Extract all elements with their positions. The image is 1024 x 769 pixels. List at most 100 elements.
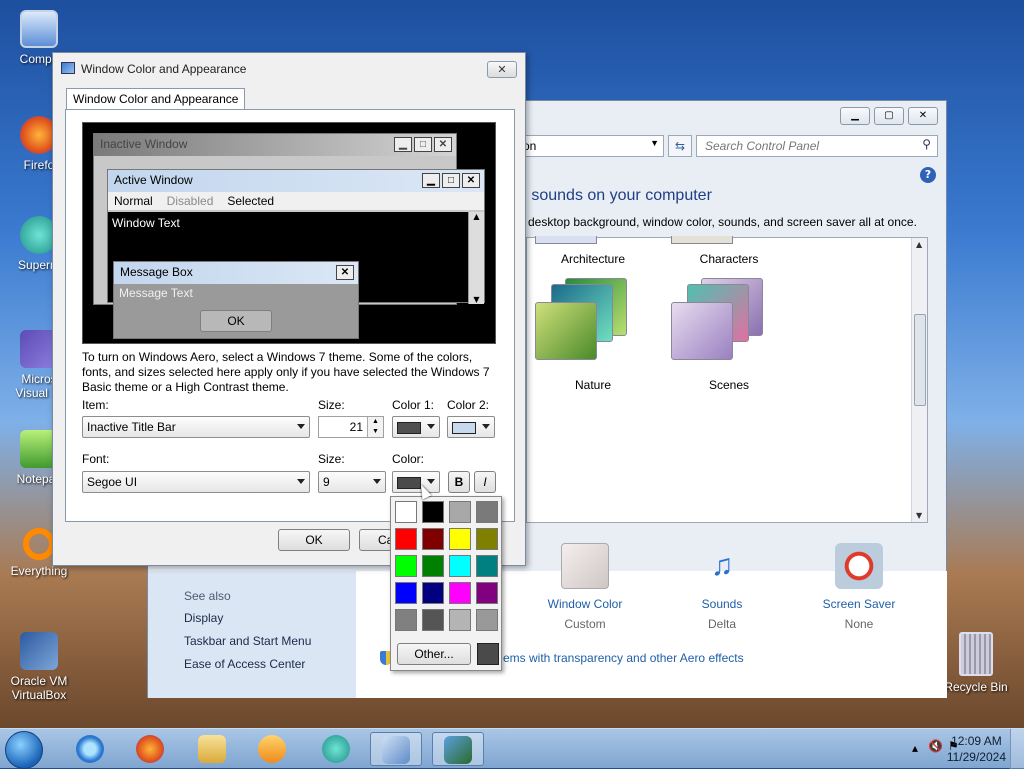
link-ease-of-access[interactable]: Ease of Access Center	[184, 657, 305, 671]
preview-ok-button[interactable]: OK	[200, 310, 272, 332]
appearance-preview[interactable]: Inactive Window ▁ □ ✕ Active Window ▁ □ ✕ No…	[82, 122, 496, 344]
taskbar-control-panel[interactable]	[370, 732, 422, 766]
dialog-title: Window Color and Appearance	[81, 62, 247, 76]
palette-color-cell[interactable]	[422, 555, 444, 577]
other-color-button[interactable]: Other...	[397, 643, 471, 665]
maximize-button[interactable]: ▢	[874, 107, 904, 125]
show-hidden-icons[interactable]: ▴	[912, 741, 918, 755]
palette-color-cell[interactable]	[395, 609, 417, 631]
aero-description: To turn on Windows Aero, select a Window…	[82, 350, 490, 394]
palette-color-cell[interactable]	[476, 528, 498, 550]
show-desktop-button[interactable]	[1010, 729, 1024, 769]
minimize-button[interactable]: ▁	[840, 107, 870, 125]
theme-scenes-thumb[interactable]	[671, 278, 791, 360]
taskbar-firefox[interactable]	[124, 732, 176, 766]
minimize-icon: ▁	[394, 137, 412, 152]
theme-nature-thumb[interactable]	[535, 278, 655, 360]
firefox-icon	[136, 735, 164, 763]
dropdown-arrow-icon[interactable]: ▼	[650, 138, 659, 148]
preview-menu-selected[interactable]: Selected	[227, 192, 274, 210]
scroll-down-icon[interactable]: ▼	[916, 511, 922, 520]
close-button[interactable]: ✕	[908, 107, 938, 125]
address-bar[interactable]: on ▼	[518, 135, 664, 157]
preview-active-titlebar: Active Window ▁ □ ✕	[108, 170, 484, 192]
see-also-heading: See also	[184, 589, 231, 603]
item-size-stepper[interactable]: 21 ▲ ▼	[318, 416, 384, 438]
theme-architecture[interactable]: Architecture	[533, 252, 653, 266]
item-select[interactable]: Inactive Title Bar	[82, 416, 310, 438]
sounds-item[interactable]: ♫ Sounds Delta	[667, 543, 777, 631]
preview-msgbox-text: Message Text	[119, 286, 193, 300]
window-color-item[interactable]: Window Color Custom	[530, 543, 640, 631]
desktop-icon-virtualbox[interactable]: Oracle VM VirtualBox	[6, 632, 72, 702]
link-display[interactable]: Display	[184, 611, 223, 625]
taskbar-appearance-dialog[interactable]	[432, 732, 484, 766]
taskbar-media-player[interactable]	[246, 732, 298, 766]
font-select[interactable]: Segoe UI	[82, 471, 310, 493]
palette-color-cell[interactable]	[449, 582, 471, 604]
italic-button[interactable]: I	[474, 471, 496, 493]
refresh-icon[interactable]: ⇆	[668, 135, 692, 157]
preview-msgbox-buttons: ✕	[336, 265, 354, 280]
supermium-icon	[322, 735, 350, 763]
start-button[interactable]	[5, 731, 43, 769]
color2-label: Color 2:	[447, 398, 490, 412]
theme-scenes[interactable]: Scenes	[669, 378, 789, 392]
preview-menu-bar: Normal Disabled Selected	[108, 192, 484, 210]
palette-color-cell[interactable]	[449, 501, 471, 523]
search-icon[interactable]: ⚲	[922, 137, 931, 151]
dialog-close-button[interactable]: ✕	[487, 61, 517, 78]
palette-color-cell[interactable]	[395, 582, 417, 604]
screen-saver-item[interactable]: Screen Saver None	[804, 543, 914, 631]
scrollbar-thumb[interactable]	[914, 314, 926, 406]
taskbar-clock[interactable]: 12:09 AM 11/29/2024	[947, 733, 1006, 765]
sounds-value: Delta	[707, 617, 736, 631]
palette-color-cell[interactable]	[422, 528, 444, 550]
preview-menu-normal[interactable]: Normal	[114, 192, 153, 210]
preview-menu-disabled[interactable]: Disabled	[167, 192, 214, 210]
palette-color-cell[interactable]	[422, 501, 444, 523]
color2-picker[interactable]	[447, 416, 495, 438]
palette-color-cell[interactable]	[449, 609, 471, 631]
preview-inactive-title: Inactive Window	[100, 137, 188, 151]
clock-time: 12:09 AM	[951, 734, 1002, 748]
desktop-icon-recycle-bin[interactable]: Recycle Bin	[940, 632, 1012, 694]
theme-characters[interactable]: Characters	[669, 252, 789, 266]
help-icon[interactable]: ?	[920, 167, 936, 183]
tab-window-color[interactable]: Window Color and Appearance	[66, 88, 246, 110]
preview-scrollbar[interactable]: ▲ ▼	[468, 212, 484, 304]
palette-color-cell[interactable]	[449, 555, 471, 577]
palette-color-cell[interactable]	[476, 609, 498, 631]
link-taskbar-start-menu[interactable]: Taskbar and Start Menu	[184, 634, 311, 648]
chevron-down-icon	[427, 479, 435, 484]
palette-color-cell[interactable]	[422, 609, 444, 631]
color1-picker[interactable]	[392, 416, 440, 438]
font-color-picker[interactable]	[392, 471, 440, 493]
palette-color-cell[interactable]	[422, 582, 444, 604]
palette-color-cell[interactable]	[476, 501, 498, 523]
ok-button[interactable]: OK	[278, 529, 350, 551]
themes-list[interactable]: Architecture Characters Nature Scenes ▲ …	[526, 236, 928, 523]
theme-nature[interactable]: Nature	[533, 378, 653, 392]
scroll-up-icon[interactable]: ▲	[916, 240, 922, 249]
search-input[interactable]: Search Control Panel ⚲	[696, 135, 938, 157]
palette-color-cell[interactable]	[476, 582, 498, 604]
themes-scrollbar[interactable]: ▲ ▼	[911, 238, 927, 522]
aero-troubleshoot-link[interactable]: ems with transparency and other Aero eff…	[503, 651, 744, 665]
preview-message-box[interactable]: Message Box ✕ Message Text OK	[113, 261, 359, 339]
stepper-arrows-icon[interactable]: ▲ ▼	[367, 417, 383, 437]
personalization-icon	[444, 736, 472, 764]
font-size-select[interactable]: 9	[318, 471, 386, 493]
bold-button[interactable]: B	[448, 471, 470, 493]
taskbar-internet-explorer[interactable]	[64, 732, 116, 766]
preview-msgbox-title: Message Box	[120, 265, 193, 279]
taskbar-explorer[interactable]	[186, 732, 238, 766]
taskbar-supermium[interactable]	[310, 732, 362, 766]
palette-color-cell[interactable]	[449, 528, 471, 550]
volume-muted-icon[interactable]: 🔇	[928, 739, 943, 753]
palette-color-cell[interactable]	[476, 555, 498, 577]
palette-color-cell[interactable]	[395, 528, 417, 550]
palette-color-cell[interactable]	[395, 555, 417, 577]
palette-color-cell[interactable]	[395, 501, 417, 523]
color-palette-popup[interactable]: Other...	[390, 496, 502, 671]
